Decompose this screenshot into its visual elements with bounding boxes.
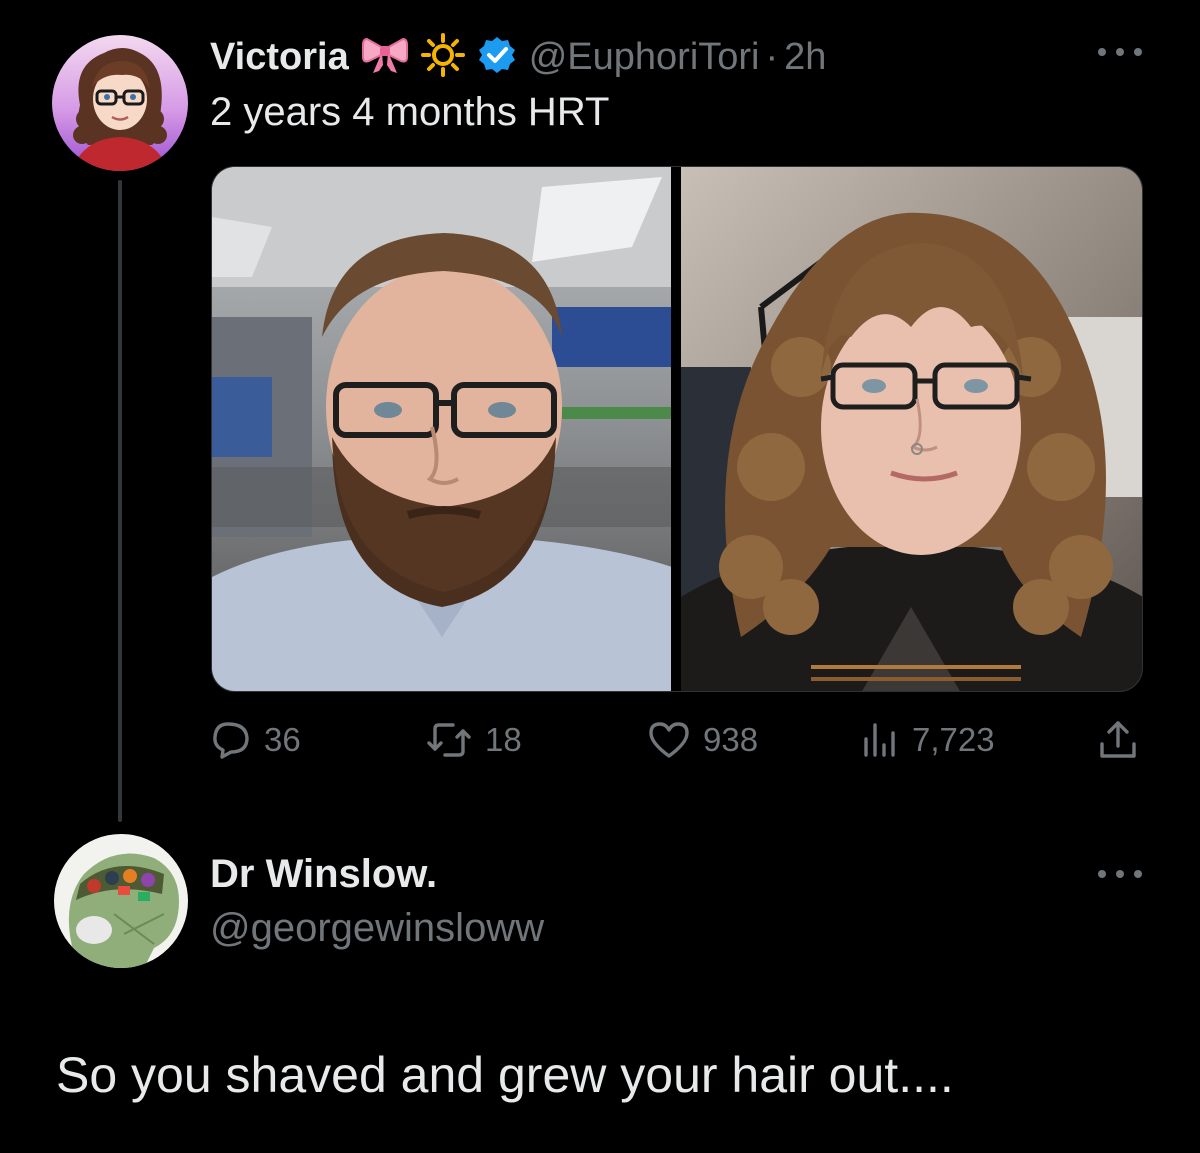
share-button[interactable] bbox=[1096, 714, 1140, 766]
tweet-header: Victoria @EuphoriTori · 2h bbox=[210, 30, 826, 84]
reply-icon bbox=[210, 719, 252, 761]
views-count: 7,723 bbox=[912, 721, 995, 758]
tweet-actions: 36 18 938 7,723 bbox=[210, 714, 1144, 766]
views-button[interactable]: 7,723 bbox=[860, 714, 995, 766]
reply-count: 36 bbox=[264, 721, 301, 758]
after-photo[interactable] bbox=[681, 167, 1142, 691]
victoria-avatar[interactable] bbox=[52, 35, 188, 171]
like-count: 938 bbox=[703, 721, 759, 758]
views-chart-icon bbox=[860, 719, 900, 761]
retweet-count: 18 bbox=[485, 721, 522, 758]
share-icon bbox=[1096, 718, 1140, 762]
verified-badge-icon[interactable] bbox=[477, 35, 517, 80]
tweet-timestamp[interactable]: 2h bbox=[784, 36, 826, 79]
author-handle[interactable]: @EuphoriTori bbox=[529, 36, 760, 79]
retweet-icon bbox=[425, 719, 473, 761]
winslow-avatar[interactable] bbox=[54, 834, 188, 968]
reply-author-name[interactable]: Dr Winslow. bbox=[210, 852, 437, 897]
like-button[interactable]: 938 bbox=[647, 714, 758, 766]
separator-dot: · bbox=[765, 35, 779, 78]
before-photo[interactable] bbox=[212, 167, 672, 691]
reply-text: So you shaved and grew your hair out.... bbox=[56, 1047, 954, 1103]
sun-icon bbox=[420, 32, 465, 82]
tweet-text: 2 years 4 months HRT bbox=[210, 90, 610, 134]
more-options-icon[interactable] bbox=[1098, 42, 1142, 62]
reply-button[interactable]: 36 bbox=[210, 714, 301, 766]
reply-author-handle[interactable]: @georgewinsloww bbox=[210, 906, 544, 951]
ribbon-icon bbox=[361, 35, 409, 80]
heart-icon bbox=[647, 719, 691, 761]
media-divider bbox=[671, 167, 681, 691]
tweet-media bbox=[211, 166, 1143, 692]
thread-line bbox=[118, 180, 122, 822]
author-display-name[interactable]: Victoria bbox=[210, 36, 349, 79]
retweet-button[interactable]: 18 bbox=[425, 714, 522, 766]
reply-more-options-icon[interactable] bbox=[1098, 864, 1142, 884]
